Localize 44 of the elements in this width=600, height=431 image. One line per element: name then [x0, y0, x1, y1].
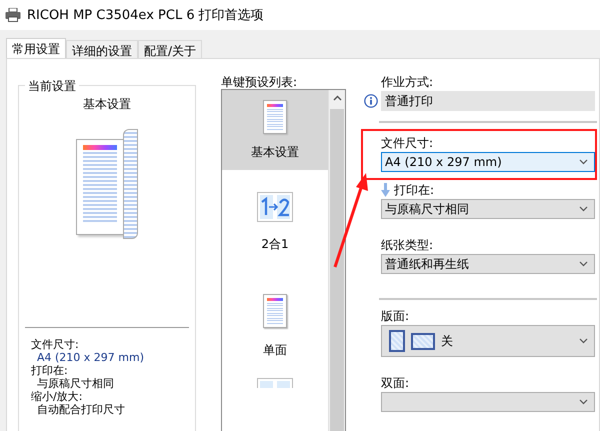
summary-label: 缩小/放大:	[31, 390, 84, 403]
summary-value: A4 (210 x 297 mm)	[36, 351, 144, 364]
scroll-thumb[interactable]	[330, 109, 344, 431]
chevron-down-icon	[579, 399, 588, 405]
summary-value: 自动配合打印尺寸	[36, 403, 126, 416]
field-label: 打印在:	[394, 182, 434, 198]
summary-value: 与原稿尺寸相同	[36, 377, 115, 390]
preset-item[interactable]: 基本设置	[222, 90, 328, 170]
field-label: 双面:	[381, 374, 410, 392]
chevron-down-icon	[579, 338, 588, 344]
down-arrow-icon	[381, 183, 390, 197]
dropdown[interactable]	[381, 392, 595, 412]
job-mode-field: 普通打印	[381, 91, 595, 111]
chevron-down-icon	[579, 261, 588, 267]
tab[interactable]: 常用设置	[6, 38, 66, 58]
chevron-down-icon	[579, 206, 588, 212]
dropdown[interactable]: 关	[381, 325, 595, 357]
document-icon	[263, 294, 287, 328]
two-in-one-icon	[257, 192, 293, 222]
preset-name: 基本设置	[83, 96, 131, 113]
dropdown[interactable]: A4 (210 x 297 mm)	[381, 152, 595, 172]
preset-item[interactable]: 单面	[222, 274, 328, 378]
preset-list-label: 单键预设列表:	[221, 74, 298, 88]
portrait-page-icon	[389, 330, 405, 352]
tab[interactable]: 配置/关于	[138, 40, 202, 58]
dropdown[interactable]: 与原稿尺寸相同	[381, 199, 595, 219]
field-label: 文件尺寸:	[381, 134, 434, 152]
landscape-page-icon	[411, 332, 435, 350]
document-icon	[263, 100, 287, 134]
field-label: 版面:	[381, 308, 410, 324]
preset-item[interactable]: 2合1	[222, 170, 328, 274]
info-icon	[364, 94, 378, 108]
summary-label: 文件尺寸:	[31, 338, 80, 351]
scroll-up-icon[interactable]	[332, 95, 342, 101]
summary-label: 打印在:	[31, 364, 69, 377]
tab[interactable]: 详细的设置	[66, 40, 138, 58]
field-label: 作业方式:	[381, 74, 434, 90]
scrollbar[interactable]	[328, 90, 345, 431]
window-title: RICOH MP C3504ex PCL 6 打印首选项	[27, 7, 264, 24]
printer-icon	[5, 8, 21, 22]
field-label: 纸张类型:	[381, 236, 434, 254]
chevron-down-icon	[579, 159, 588, 165]
duplex-icon	[257, 378, 293, 388]
dropdown[interactable]: 普通纸和再生纸	[381, 254, 595, 274]
